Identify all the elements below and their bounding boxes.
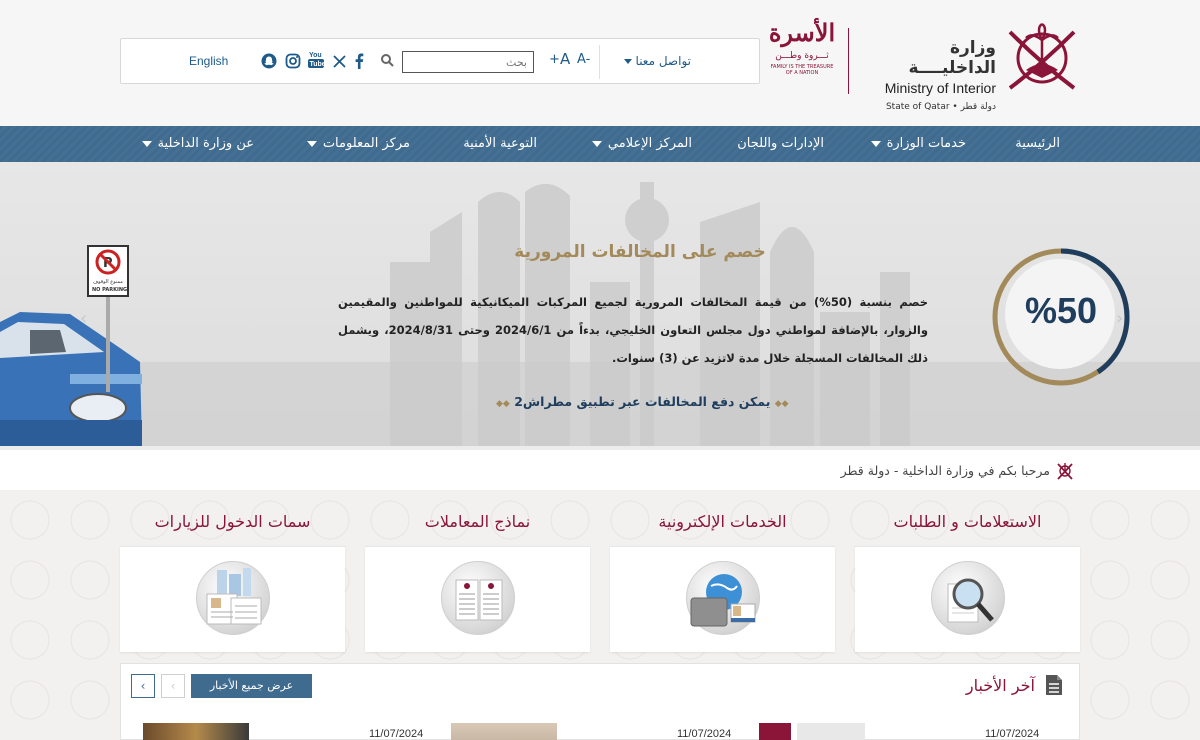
nav-item-departments[interactable]: الإدارات واللجان <box>737 136 824 151</box>
forms-icon <box>455 579 503 621</box>
news-date: 11/07/2024 <box>677 728 732 740</box>
search-input[interactable] <box>402 51 534 73</box>
main-navigation: الرئيسية خدمات الوزارة الإدارات واللجان … <box>0 126 1200 162</box>
service-card[interactable] <box>365 546 590 652</box>
service-card[interactable] <box>855 546 1080 652</box>
magnifier-document-icon <box>947 578 994 623</box>
banner-payment-text: يمكن دفع المخالفات عبر تطبيق مطراش2 <box>514 394 771 409</box>
qatar-emblem-icon <box>1057 463 1073 480</box>
service-title: نماذج المعاملات <box>424 512 531 531</box>
diamond-icon: ◆◆ <box>774 399 789 409</box>
nav-item-label: الرئيسية <box>1015 136 1060 151</box>
service-forms[interactable]: نماذج المعاملات <box>365 496 590 652</box>
visa-documents-icon <box>206 568 262 625</box>
ministry-name-ar: وزارة الداخليــــة <box>908 38 996 78</box>
qatar-emblem-icon <box>1008 22 1076 90</box>
nav-item-label: مركز المعلومات <box>322 136 410 151</box>
ministry-name-en: Ministry of Interior <box>884 80 996 96</box>
document-icon <box>1046 675 1062 695</box>
parking-sign-text: ممنوع الوقوف <box>93 279 123 285</box>
news-next-arrow[interactable]: ‹ <box>161 674 185 698</box>
svg-text:You: You <box>309 52 322 59</box>
discount-percent: %50 <box>1024 290 1098 331</box>
chevron-down-icon <box>591 140 602 147</box>
search-icon[interactable] <box>380 53 394 67</box>
chevron-down-icon <box>623 59 632 64</box>
welcome-text: مرحبا بكم في وزارة الداخلية - دولة قطر <box>840 463 1050 478</box>
service-visit-visas[interactable]: سمات الدخول للزيارات <box>120 496 345 652</box>
state-of-qatar: State of Qatar • دولة قطر <box>885 102 996 112</box>
service-icon-frame <box>931 561 1005 635</box>
service-icon-frame <box>441 561 515 635</box>
diamond-icon: ◆◆ <box>496 399 510 409</box>
news-prev-arrow[interactable]: ‹ <box>131 674 155 698</box>
parking-sign-text-en: NO PARKING <box>92 287 127 293</box>
ministry-logo[interactable]: وزارة الداخليــــة Ministry of Interior … <box>870 18 1082 112</box>
nav-item-media-center[interactable]: المركز الإعلامي <box>591 136 692 151</box>
service-card[interactable] <box>610 546 835 652</box>
nav-item-label: خدمات الوزارة <box>886 136 966 151</box>
family-logo-subtitle: ثـــروة وطـــن <box>775 51 829 61</box>
font-decrease-button[interactable]: A- <box>577 52 590 67</box>
news-thumbnail[interactable] <box>451 723 557 740</box>
service-icon-frame <box>686 561 760 635</box>
banner-description: خصم بنسبة (50%) من قيمة المخالفات المرور… <box>338 295 928 365</box>
chevron-down-icon <box>306 140 317 147</box>
family-logo-title: الأسرة <box>768 18 836 47</box>
nav-item-information-center[interactable]: مركز المعلومات <box>306 136 410 151</box>
service-title: سمات الدخول للزيارات <box>154 512 311 531</box>
family-logo-caption: FAMILY IS THE TREASURE OF A NATION <box>770 64 834 76</box>
banner-prev-arrow[interactable]: ‹ <box>80 308 87 329</box>
nav-item-ministry-services[interactable]: خدمات الوزارة <box>870 136 966 151</box>
news-date: 11/07/2024 <box>369 728 424 740</box>
welcome-bar: مرحبا بكم في وزارة الداخلية - دولة قطر <box>0 446 1200 490</box>
service-inquiries[interactable]: الاستعلامات و الطلبات <box>855 496 1080 652</box>
facebook-icon[interactable] <box>350 51 368 71</box>
view-all-news-button[interactable]: عرض جميع الأخبار <box>191 674 312 698</box>
svg-text:Tube: Tube <box>310 61 325 68</box>
toolbar-divider <box>599 45 600 79</box>
news-date: 11/07/2024 <box>985 728 1040 740</box>
font-reset-button[interactable]: A <box>560 50 570 68</box>
nav-item-about[interactable]: عن وزارة الداخلية <box>141 136 254 151</box>
english-language-link[interactable]: English <box>189 54 228 68</box>
youtube-icon[interactable]: You Tube <box>307 50 325 70</box>
instagram-icon[interactable] <box>284 51 302 71</box>
globe-card-icon <box>690 574 756 627</box>
latest-news-panel: آخر الأخبار عرض جميع الأخبار ‹ ‹ 11/07/2… <box>120 663 1080 740</box>
nav-item-home[interactable]: الرئيسية <box>1015 136 1060 151</box>
nav-item-label: عن وزارة الداخلية <box>157 136 254 151</box>
font-increase-button[interactable]: + <box>549 52 560 67</box>
nav-item-label: التوعية الأمنية <box>463 136 537 151</box>
service-icon-frame <box>196 561 270 635</box>
header-toolbar: تواصل معنا A- A + You Tube English <box>120 38 760 84</box>
logo-divider <box>848 28 849 94</box>
news-thumbnail[interactable] <box>143 723 249 740</box>
news-thumbnail[interactable] <box>759 723 865 740</box>
nav-item-security-awareness[interactable]: التوعية الأمنية <box>463 136 537 151</box>
chevron-down-icon <box>870 140 881 147</box>
car-illustration <box>0 312 142 446</box>
x-icon[interactable] <box>330 51 348 71</box>
contact-us-dropdown[interactable]: تواصل معنا <box>623 54 691 68</box>
site-header: وزارة الداخليــــة Ministry of Interior … <box>0 0 1200 126</box>
chevron-down-icon <box>141 140 152 147</box>
service-title: الخدمات الإلكترونية <box>658 512 787 531</box>
nav-item-label: المركز الإعلامي <box>607 136 692 151</box>
family-year-logo[interactable]: الأسرة ثـــروة وطـــن FAMILY IS THE TREA… <box>768 18 836 102</box>
service-title: الاستعلامات و الطلبات <box>893 512 1042 531</box>
service-e-services[interactable]: الخدمات الإلكترونية <box>610 496 835 652</box>
snapchat-icon[interactable] <box>260 51 278 71</box>
banner-payment-link[interactable]: ◆◆ يمكن دفع المخالفات عبر تطبيق مطراش2 ◆… <box>496 394 789 409</box>
service-card[interactable] <box>120 546 345 652</box>
nav-item-label: الإدارات واللجان <box>737 136 824 151</box>
latest-news-title: آخر الأخبار <box>965 676 1035 695</box>
contact-us-label: تواصل معنا <box>635 54 691 68</box>
